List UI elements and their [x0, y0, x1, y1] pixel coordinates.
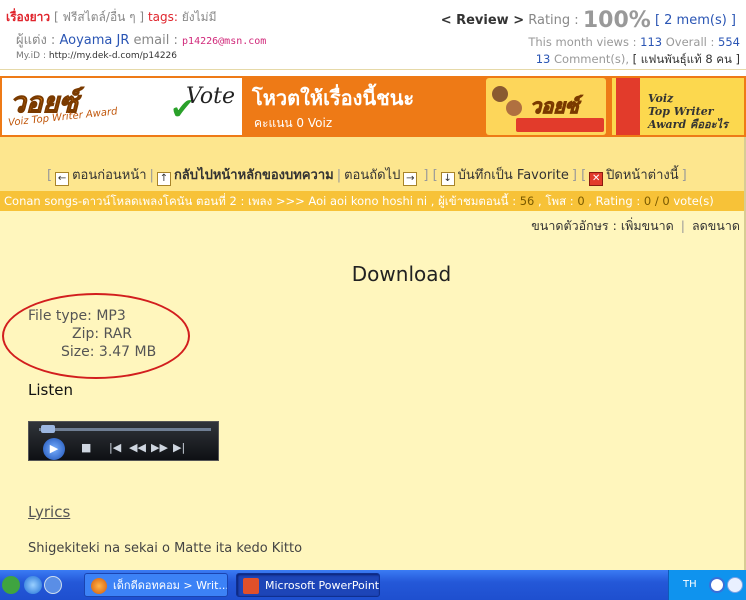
chapter-rating-label: , Rating : [588, 194, 641, 208]
system-tray: TH [668, 570, 746, 600]
file-type: File type: MP3 [28, 308, 126, 324]
story-meta-line: เรื่องยาว [ ฟรีสไตล์/อื่น ๆ ] tags: ยังไ… [6, 8, 217, 27]
views-month: 113 [640, 35, 663, 49]
arrow-up-icon[interactable]: ↑ [156, 172, 171, 186]
seek-thumb[interactable] [41, 425, 55, 433]
myid-link[interactable]: http://my.dek-d.com/p14226 [49, 51, 177, 61]
vote-label: Vote [186, 84, 235, 109]
breadcrumb-path[interactable]: Conan songs-ดาวน์โหลดเพลงโคนัน ตอนที่ 2 … [4, 194, 516, 208]
close-icon[interactable]: ✕ [589, 172, 604, 186]
fast-forward-icon[interactable]: ▶▶ [151, 441, 168, 454]
previous-track-icon[interactable]: |◀ [109, 441, 121, 454]
comment-count[interactable]: 13 [536, 52, 551, 66]
rewind-icon[interactable]: ◀◀ [129, 441, 146, 454]
chapter-rating: 0 / 0 [643, 194, 670, 208]
email-label: email : [133, 33, 178, 48]
review-link[interactable]: < Review > [441, 13, 524, 28]
author-line: ผู้แต่ง : Aoyama JR email : p14226@msn.c… [16, 29, 266, 50]
powerpoint-icon [243, 578, 259, 594]
kid-face-icon [492, 86, 508, 102]
award-info-line: Award คืออะไร [648, 118, 728, 131]
overall-label: Overall : [665, 35, 715, 49]
chapter-page: [← ตอนก่อนหน้า | ↑ กลับไปหน้าหลักของบทความ | ต… [0, 137, 746, 570]
award-info-line: Top Writer [648, 105, 714, 118]
lyrics-link[interactable]: Lyrics [28, 503, 70, 521]
next-track-icon[interactable]: ▶| [173, 441, 185, 454]
fans-link[interactable]: [ แฟนพันธุ์แท้ 8 คน ] [633, 52, 740, 66]
windows-taskbar: เด็กดีดอทคอม > Writ... Microsoft PowerPo… [0, 570, 746, 600]
arrow-right-icon[interactable]: → [403, 172, 418, 186]
language-indicator[interactable]: TH [683, 579, 697, 590]
voiz-award-banner[interactable]: วอยซ์ Voiz Top Writer Award ✔ Vote โหวตใ… [0, 76, 746, 137]
kid-face-icon [506, 100, 522, 116]
font-increase-link[interactable]: เพิ่มขนาด [621, 218, 674, 233]
favorite-link[interactable]: บันทึกเป็น Favorite [458, 168, 569, 183]
download-arrow-icon[interactable]: ↓ [440, 172, 455, 186]
file-info: File type: MP3 Zip: RAR Size: 3.47 MB [28, 307, 156, 361]
vote-title: โหวตให้เรื่องนี้ชนะ [252, 86, 415, 110]
tags-label: tags: [147, 10, 178, 24]
tags-value: ยังไม่มี [181, 10, 217, 24]
author-label: ผู้แต่ง : [16, 33, 56, 48]
email-value[interactable]: p14226@msn.com [182, 36, 266, 47]
comment-label: Comment(s), [554, 52, 629, 66]
taskbar-window-powerpoint[interactable]: Microsoft PowerPoint ... [236, 573, 380, 597]
story-type: เรื่องยาว [6, 10, 51, 24]
close-window-link[interactable]: ปิดหน้าต่างนี้ [606, 168, 678, 183]
stop-icon[interactable]: ■ [81, 441, 91, 454]
start-icon[interactable] [2, 576, 20, 594]
taskbar-window-browser[interactable]: เด็กดีดอทคอม > Writ... [84, 573, 228, 597]
rating-summary: < Review > Rating : 100% [ 2 mem(s) ] [441, 8, 736, 33]
taskbar-window-label: Microsoft PowerPoint ... [265, 579, 380, 592]
firefox-icon [91, 578, 107, 594]
author-link[interactable]: Aoyama JR [59, 33, 129, 48]
rating-label: Rating : [528, 13, 579, 28]
seek-bar[interactable] [39, 428, 211, 431]
prev-chapter-link[interactable]: ตอนก่อนหน้า [72, 168, 146, 183]
font-size-label: ขนาดตัวอักษร : [531, 218, 617, 233]
view-stats: This month views : 113 Overall : 554 [528, 35, 740, 49]
chapter-nav-links: [← ตอนก่อนหน้า | ↑ กลับไปหน้าหลักของบทความ | ต… [47, 168, 687, 186]
rating-percent: 100% [582, 8, 651, 33]
story-genre[interactable]: [ ฟรีสไตล์/อื่น ๆ ] [54, 10, 144, 24]
font-size-controls: ขนาดตัวอักษร : เพิ่มขนาด | ลดขนาด [531, 218, 740, 233]
back-to-main-link[interactable]: กลับไปหน้าหลักของบทความ [174, 168, 334, 183]
myid-line: My.iD : http://my.dek-d.com/p14226 [16, 51, 177, 61]
chapter-navbar: [← ตอนก่อนหน้า | ↑ กลับไปหน้าหลักของบทความ | ต… [0, 137, 746, 191]
chapter-views: 56 [519, 194, 535, 208]
views-label: This month views : [528, 35, 637, 49]
tray-app-icon[interactable] [709, 577, 725, 593]
views-overall: 554 [718, 35, 740, 49]
next-chapter-link[interactable]: ตอนถัดไป [344, 168, 400, 183]
lyric-text: Shigekiteki na sekai o Matte ita kedo Ki… [28, 541, 303, 556]
votes-label: vote(s) [673, 194, 714, 208]
internet-explorer-icon[interactable] [24, 576, 42, 594]
comment-stats: 13 Comment(s), [ แฟนพันธุ์แท้ 8 คน ] [536, 51, 740, 69]
award-info-text: Voiz Top Writer Award คืออะไร [648, 92, 728, 131]
file-size: Size: 3.47 MB [61, 344, 157, 360]
download-heading: Download [351, 262, 452, 286]
award-info-line: Voiz [648, 92, 674, 105]
posts-label: , โพส : [538, 194, 574, 208]
award-info-panel[interactable]: Voiz Top Writer Award คืออะไร [612, 78, 744, 135]
chapter-breadcrumb: Conan songs-ดาวน์โหลดเพลงโคนัน ตอนที่ 2 … [0, 191, 746, 211]
tray-volume-icon[interactable] [727, 577, 743, 593]
media-player[interactable]: ▶ ■ |◀ ◀◀ ▶▶ ▶| [28, 421, 219, 461]
file-zip: Zip: RAR [72, 326, 132, 342]
rating-members[interactable]: [ 2 mem(s) ] [655, 13, 736, 28]
story-header: เรื่องยาว [ ฟรีสไตล์/อื่น ๆ ] tags: ยังไ… [0, 0, 746, 70]
product-wafer [516, 118, 604, 132]
posts-count: 0 [577, 194, 585, 208]
font-decrease-link[interactable]: ลดขนาด [692, 218, 740, 233]
play-icon[interactable]: ▶ [43, 438, 65, 460]
product-image: วอยซ์ [486, 78, 606, 135]
vote-score: คะแนน 0 Voiz [254, 116, 333, 130]
myid-label: My.iD : [16, 51, 46, 61]
arrow-left-icon[interactable]: ← [55, 172, 70, 186]
desktop-icon[interactable] [44, 576, 62, 594]
wafer-strip [616, 78, 640, 135]
taskbar-window-label: เด็กดีดอทคอม > Writ... [113, 579, 228, 592]
listen-heading: Listen [28, 381, 73, 399]
banner-vote-panel[interactable]: วอยซ์ Voiz Top Writer Award ✔ Vote [2, 78, 242, 135]
